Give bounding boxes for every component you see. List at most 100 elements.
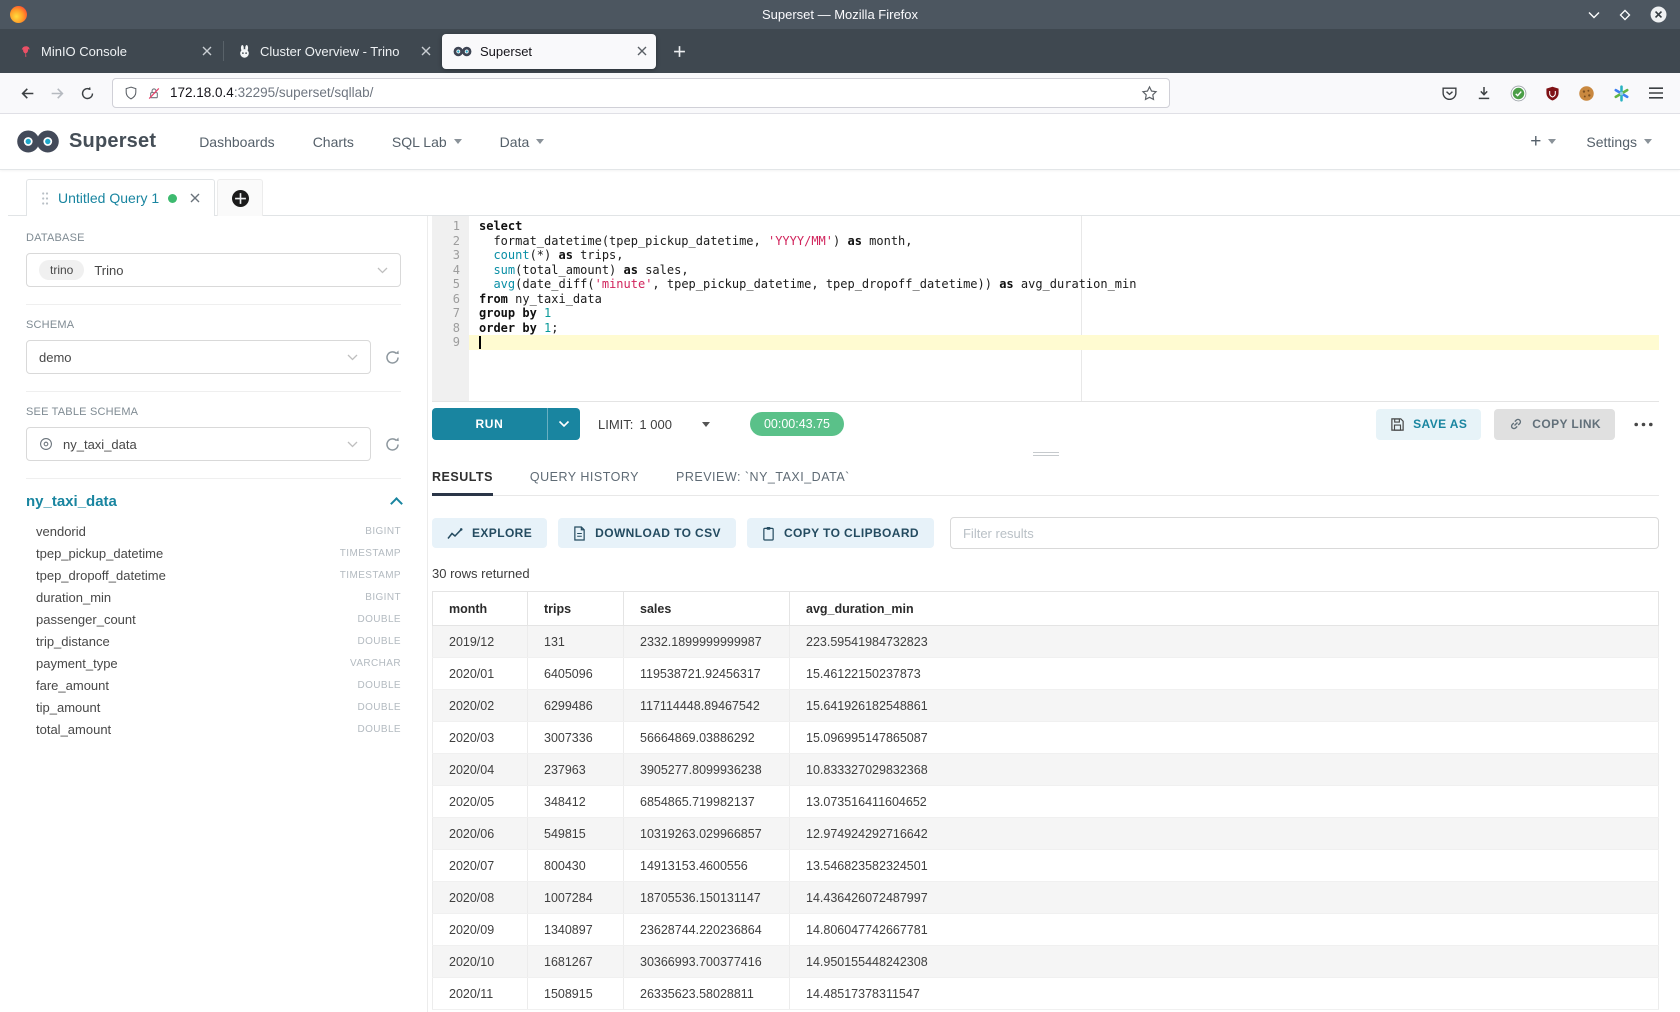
table-cell: 2020/08 (433, 882, 528, 914)
close-tab-icon[interactable] (421, 46, 431, 56)
results-tab-preview[interactable]: PREVIEW: `NY_TAXI_DATA` (676, 459, 850, 495)
copy-to-clipboard-button[interactable]: COPY TO CLIPBOARD (747, 518, 934, 548)
column-header[interactable]: sales (624, 592, 790, 626)
table-picker-value: ny_taxi_data (63, 437, 137, 452)
sqllab-sidebar: DATABASE trino Trino SCHEMA demo (8, 216, 428, 1012)
column-name: fare_amount (36, 678, 357, 693)
table-cell: 6299486 (528, 690, 624, 722)
table-cell: 2020/05 (433, 786, 528, 818)
nav-item-data[interactable]: Data (481, 114, 564, 169)
refresh-tables-icon[interactable] (384, 436, 401, 453)
nav-item-label: Dashboards (199, 134, 275, 150)
add-query-tab-button[interactable] (217, 179, 263, 216)
table-cell: 2020/06 (433, 818, 528, 850)
table-cell: 15.096995147865087 (790, 722, 1659, 754)
explore-button[interactable]: EXPLORE (432, 518, 547, 548)
downloads-icon[interactable] (1476, 85, 1492, 101)
close-query-tab-icon[interactable] (190, 193, 200, 203)
column-header[interactable]: month (433, 592, 528, 626)
code-line (469, 335, 1659, 350)
forward-button[interactable] (42, 78, 72, 108)
column-type: DOUBLE (357, 636, 401, 647)
table-cell: 2020/07 (433, 850, 528, 882)
extension-green-icon[interactable] (1510, 85, 1527, 102)
table-cell: 800430 (528, 850, 624, 882)
table-cell: 13.546823582324501 (790, 850, 1659, 882)
chevron-down-icon (1548, 139, 1556, 144)
pocket-icon[interactable] (1441, 85, 1458, 102)
run-label: RUN (432, 408, 547, 440)
more-options-button[interactable] (1628, 422, 1659, 427)
pane-resize-handle[interactable] (1033, 450, 1059, 458)
table-cell: 2020/10 (433, 946, 528, 978)
table-cell: 2020/09 (433, 914, 528, 946)
table-select[interactable]: ny_taxi_data (26, 427, 371, 461)
unsaved-status-dot (168, 194, 177, 203)
superset-navbar: Superset Dashboards Charts SQL LabData + S… (0, 114, 1680, 170)
close-tab-icon[interactable] (202, 46, 212, 56)
copy-link-button[interactable]: COPY LINK (1494, 409, 1615, 440)
menu-hamburger-icon[interactable] (1648, 86, 1664, 100)
sql-editor-pane: 123456789 select format_datetime(tpep_pi… (428, 216, 1680, 1012)
download-to-csv-button[interactable]: DOWNLOAD TO CSV (558, 518, 736, 548)
cookie-extension-icon[interactable] (1578, 85, 1595, 102)
code-line: format_datetime(tpep_pickup_datetime, 'Y… (469, 234, 1659, 249)
refresh-schemas-icon[interactable] (384, 349, 401, 366)
navbar-settings-menu[interactable]: Settings (1586, 134, 1652, 150)
minimize-icon[interactable] (1588, 11, 1600, 19)
maximize-icon[interactable] (1619, 9, 1631, 21)
settings-label: Settings (1586, 134, 1637, 150)
ublock-shield-icon[interactable] (1545, 85, 1560, 102)
query-tab[interactable]: Untitled Query 1 (26, 179, 215, 216)
nav-item-charts[interactable]: Charts (294, 114, 373, 169)
table-picker-label: SEE TABLE SCHEMA (26, 406, 401, 418)
reload-button[interactable] (72, 78, 102, 108)
column-header[interactable]: trips (528, 592, 624, 626)
code-line: sum(total_amount) as sales, (469, 263, 1659, 278)
column-header[interactable]: avg_duration_min (790, 592, 1659, 626)
insecure-lock-icon[interactable] (147, 86, 161, 101)
table-cell: 1681267 (528, 946, 624, 978)
results-tab-query-history[interactable]: QUERY HISTORY (530, 459, 639, 495)
tracking-shield-icon[interactable] (124, 85, 138, 101)
results-table-wrap: monthtripssalesavg_duration_min 2019/121… (432, 591, 1659, 1012)
run-options-chevron-icon[interactable] (547, 408, 580, 440)
browser-tab[interactable]: MinIO Console (7, 34, 221, 69)
browser-tab[interactable]: Superset (442, 34, 656, 69)
file-csv-icon (573, 526, 586, 541)
navbar-add-button[interactable]: + (1530, 131, 1556, 153)
database-select[interactable]: trino Trino (26, 253, 401, 287)
filter-results-input[interactable] (950, 517, 1659, 549)
column-type: DOUBLE (357, 614, 401, 625)
column-row: tpep_pickup_datetimeTIMESTAMP (26, 542, 401, 564)
schema-select[interactable]: demo (26, 340, 371, 374)
url-bar[interactable]: 172.18.0.4:32295/superset/sqllab/ (112, 78, 1170, 108)
save-as-button[interactable]: SAVE AS (1376, 409, 1481, 440)
sql-code-editor[interactable]: 123456789 select format_datetime(tpep_pi… (432, 216, 1659, 402)
column-type: BIGINT (365, 526, 401, 537)
firefox-icon (10, 6, 27, 23)
run-button[interactable]: RUN (432, 408, 580, 440)
results-tab-results[interactable]: RESULTS (432, 459, 493, 495)
collapse-table-icon[interactable] (390, 497, 403, 510)
new-tab-button[interactable] (663, 35, 695, 67)
back-button[interactable] (12, 78, 42, 108)
close-window-icon[interactable] (1650, 6, 1667, 23)
close-tab-icon[interactable] (637, 46, 647, 56)
code-line: from ny_taxi_data (469, 292, 1659, 307)
superset-logo[interactable]: Superset (16, 129, 156, 154)
nav-item-dashboards[interactable]: Dashboards (180, 114, 294, 169)
trino-icon (237, 44, 252, 59)
column-row: tpep_dropoff_datetimeTIMESTAMP (26, 564, 401, 586)
nav-item-sql-lab[interactable]: SQL Lab (373, 114, 481, 169)
column-row: tip_amountDOUBLE (26, 696, 401, 718)
multi-account-icon[interactable] (1613, 85, 1630, 102)
limit-dropdown[interactable]: LIMIT: 1 000 (598, 417, 710, 432)
save-as-label: SAVE AS (1413, 417, 1467, 431)
nav-item-label: Charts (313, 134, 354, 150)
column-name: tpep_pickup_datetime (36, 546, 340, 561)
bookmark-star-icon[interactable] (1141, 85, 1158, 102)
browser-tab[interactable]: Cluster Overview - Trino (226, 34, 440, 69)
action-button-label: EXPLORE (472, 526, 532, 540)
column-row: passenger_countDOUBLE (26, 608, 401, 630)
